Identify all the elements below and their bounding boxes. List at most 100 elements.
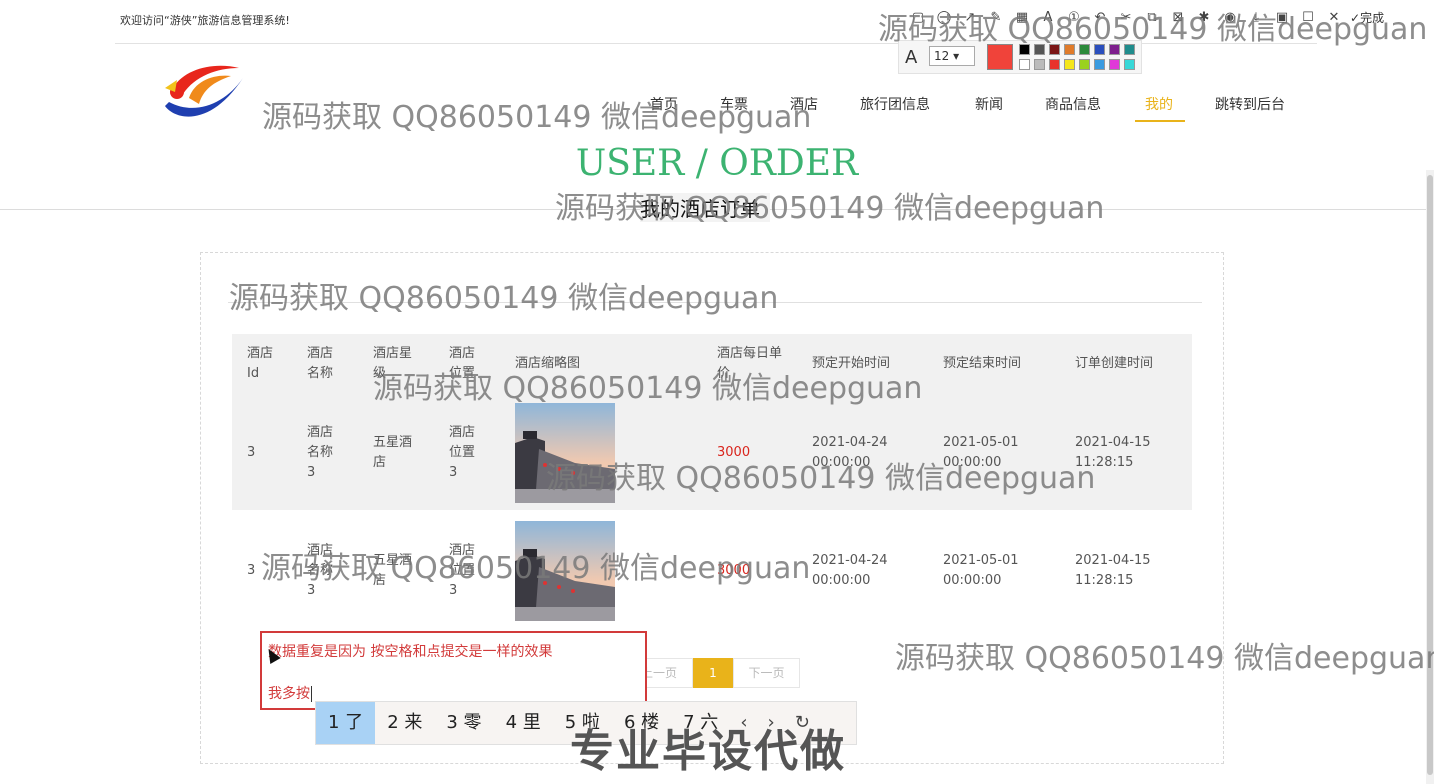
done-button[interactable]: ✓完成: [1350, 8, 1384, 32]
nav-active-indicator: [1135, 120, 1185, 122]
share-icon[interactable]: ☐: [1298, 8, 1318, 28]
nav-products[interactable]: 商品信息: [1045, 94, 1101, 114]
color-palette: A 12 ▾: [898, 40, 1142, 74]
header-hotel-location: 酒店位置: [449, 346, 476, 381]
color-swatch[interactable]: [1079, 44, 1090, 55]
mosaic-tool-icon[interactable]: ▦: [1012, 8, 1032, 28]
font-size-select[interactable]: 12 ▾: [929, 46, 975, 66]
cell-hotel-star: 五星酒店: [373, 435, 413, 470]
panel-divider: [228, 302, 1202, 303]
hotel-thumbnail[interactable]: [515, 521, 615, 621]
annotation-textbox[interactable]: 数据重复是因为 按空格和点提交是一样的效果 我多按: [260, 631, 647, 710]
pagination: 上一页 1 下一页: [625, 658, 800, 688]
cell-hotel-price: 3000: [717, 445, 751, 460]
header-created-time: 订单创建时间: [1075, 356, 1154, 371]
watermark-large: 专业毕设代做: [570, 726, 846, 777]
color-swatch[interactable]: [1049, 44, 1060, 55]
done-label: 完成: [1360, 11, 1385, 25]
save-icon[interactable]: ⤓: [1246, 8, 1266, 28]
cell-hotel-location: 酒店位置3: [449, 425, 476, 480]
annotation-line-2-text: 我多按: [268, 686, 310, 702]
color-swatch[interactable]: [1124, 59, 1135, 70]
welcome-text: 欢迎访问“游侠”旅游信息管理系统!: [120, 14, 290, 27]
cell-hotel-id: 3: [247, 563, 256, 578]
nav-home[interactable]: 首页: [650, 94, 678, 114]
cell-hotel-location: 酒店位置3: [449, 543, 476, 598]
next-page-button[interactable]: 下一页: [733, 658, 800, 688]
color-swatch[interactable]: [1049, 59, 1060, 70]
site-logo[interactable]: [155, 58, 251, 134]
hotel-order-table: 酒店Id 酒店名称 酒店星级 酒店位置 酒店缩略图 酒店每日单价 预定开始时间 …: [232, 334, 1192, 624]
nav-mine[interactable]: 我的: [1145, 94, 1173, 114]
text-caret: [311, 686, 312, 702]
cell-end-time: 2021-05-01 00:00:00: [943, 435, 1019, 470]
rectangle-tool-icon[interactable]: ▢: [908, 8, 928, 28]
nav-hotels[interactable]: 酒店: [790, 94, 818, 114]
font-size-icon: A: [905, 47, 918, 68]
annotation-line-1: 数据重复是因为 按空格和点提交是一样的效果: [268, 644, 553, 660]
color-swatch[interactable]: [1079, 59, 1090, 70]
color-swatch[interactable]: [1094, 59, 1105, 70]
ime-candidate[interactable]: 3 零: [434, 702, 493, 744]
cell-hotel-price: 3000: [717, 563, 751, 578]
pin-icon[interactable]: ✱: [1194, 8, 1214, 28]
screenshot-toolbar: ▢ ◯ ↗ ✎ ▦ A ① ↶ ✂ ⧉ ⊠ ✱ ◉ ⤓ ▣ ☐ ✕ ✓完成: [908, 8, 1384, 32]
undo-icon[interactable]: ↶: [1090, 8, 1110, 28]
color-swatch[interactable]: [1034, 44, 1045, 55]
header-hotel-price: 酒店每日单价: [717, 346, 783, 381]
header-hotel-star: 酒店星级: [373, 346, 413, 381]
color-swatch[interactable]: [1019, 59, 1030, 70]
color-swatch[interactable]: [1034, 59, 1045, 70]
page-title: 我的酒店订单: [640, 193, 770, 222]
cell-hotel-name: 酒店名称3: [307, 425, 334, 480]
color-swatch[interactable]: [1019, 44, 1030, 55]
table-row: 3 酒店名称3 五星酒店 酒店位置3 3000 2021-04-24 00:00…: [232, 510, 1192, 624]
table-header: 酒店Id 酒店名称 酒店星级 酒店位置 酒店缩略图 酒店每日单价 预定开始时间 …: [232, 334, 1192, 396]
color-swatch[interactable]: [1124, 44, 1135, 55]
translate-icon[interactable]: ⊠: [1168, 8, 1188, 28]
color-swatch[interactable]: [1109, 59, 1120, 70]
close-icon[interactable]: ✕: [1324, 8, 1344, 28]
nav-tickets[interactable]: 车票: [720, 94, 748, 114]
cell-created-time: 2021-04-15 11:28:15: [1075, 553, 1151, 588]
cell-end-time: 2021-05-01 00:00:00: [943, 553, 1019, 588]
page: 欢迎访问“游侠”旅游信息管理系统! 首页 车票 酒店 旅行团信息 新闻 商品信息…: [0, 0, 1434, 784]
header-hotel-thumb: 酒店缩略图: [515, 356, 581, 371]
color-swatch[interactable]: [1064, 59, 1075, 70]
nav-backend[interactable]: 跳转到后台: [1215, 94, 1285, 114]
text-tool-icon[interactable]: A: [1038, 8, 1058, 28]
nav-news[interactable]: 新闻: [975, 94, 1003, 114]
nav-tour-groups[interactable]: 旅行团信息: [860, 94, 930, 114]
arrow-tool-icon[interactable]: ↗: [960, 8, 980, 28]
annotation-line-2: 我多按: [268, 683, 312, 703]
cell-hotel-star: 五星酒店: [373, 553, 413, 588]
ellipse-tool-icon[interactable]: ◯: [934, 8, 954, 28]
fullscreen-icon[interactable]: ▣: [1272, 8, 1292, 28]
header-hotel-id: 酒店Id: [247, 346, 274, 381]
header-end-time: 预定结束时间: [943, 356, 1022, 371]
cell-start-time: 2021-04-24 00:00:00: [812, 435, 888, 470]
hotel-thumbnail[interactable]: [515, 403, 615, 503]
number-tool-icon[interactable]: ①: [1064, 8, 1084, 28]
pen-tool-icon[interactable]: ✎: [986, 8, 1006, 28]
color-swatch[interactable]: [1109, 44, 1120, 55]
ime-candidate[interactable]: 2 来: [375, 702, 434, 744]
watermark: 源码获取 QQ86050149 微信deepguan: [555, 191, 1105, 226]
header-start-time: 预定开始时间: [812, 356, 891, 371]
ime-candidate[interactable]: 4 里: [494, 702, 553, 744]
copy-icon[interactable]: ⧉: [1142, 8, 1162, 28]
cell-created-time: 2021-04-15 11:28:15: [1075, 435, 1151, 470]
scrollbar-thumb[interactable]: [1427, 175, 1433, 775]
font-size-value: 12: [934, 49, 950, 63]
table-row: 3 酒店名称3 五星酒店 酒店位置3 3000 2021-04-24 00:00…: [232, 396, 1192, 510]
current-page-button[interactable]: 1: [693, 658, 733, 688]
header-hotel-name: 酒店名称: [307, 346, 334, 381]
ime-candidate[interactable]: 1 了: [316, 702, 376, 744]
scissors-icon[interactable]: ✂: [1116, 8, 1136, 28]
color-swatch[interactable]: [1064, 44, 1075, 55]
cell-start-time: 2021-04-24 00:00:00: [812, 553, 888, 588]
current-color-swatch[interactable]: [987, 44, 1013, 70]
record-icon[interactable]: ◉: [1220, 8, 1240, 28]
cell-hotel-id: 3: [247, 445, 256, 460]
color-swatch[interactable]: [1094, 44, 1105, 55]
